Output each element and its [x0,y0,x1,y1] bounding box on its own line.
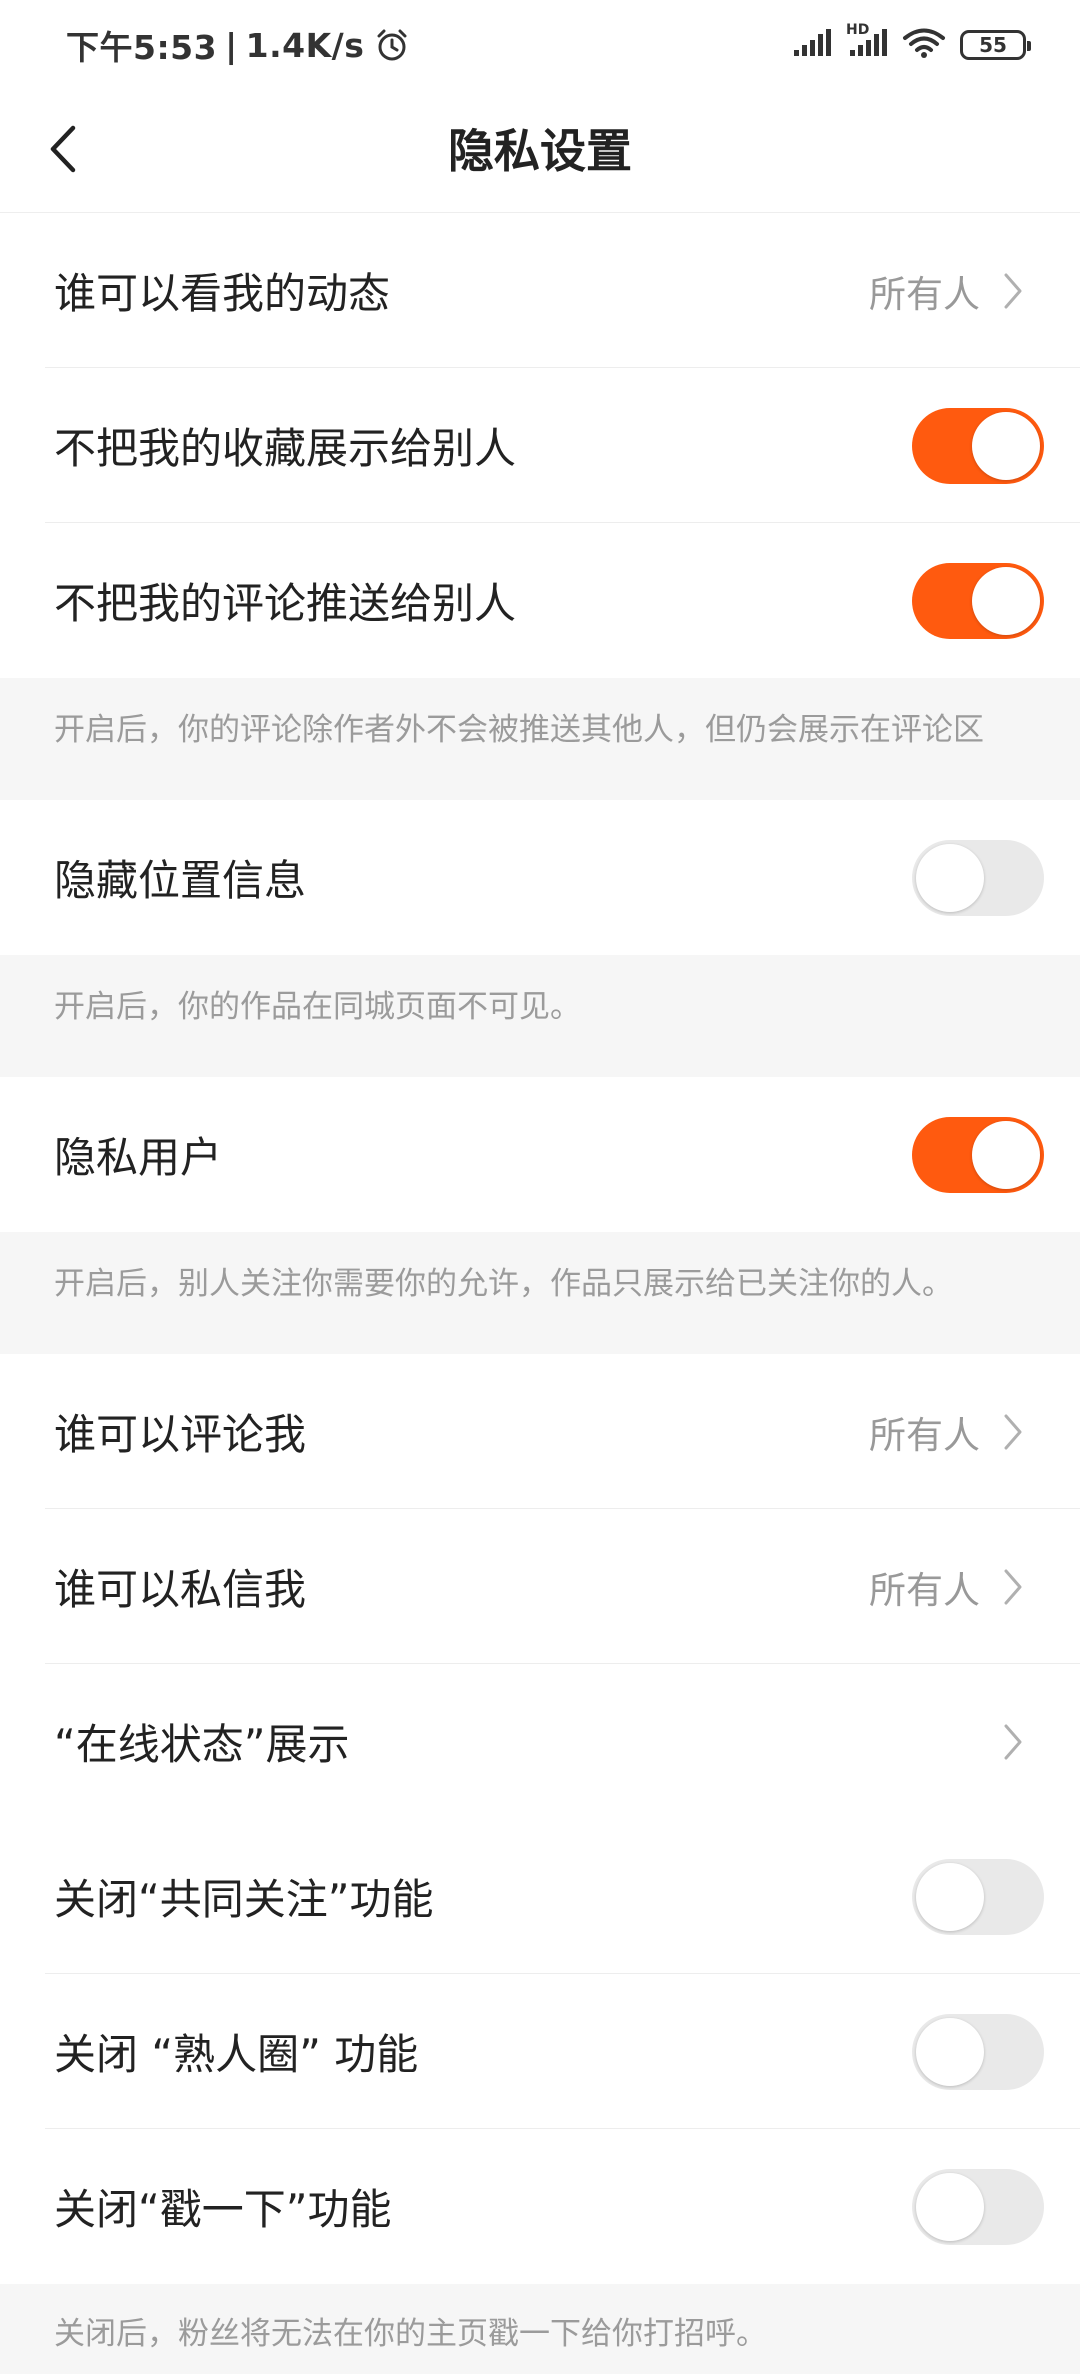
row-label: 隐私用户 [54,1133,223,1182]
row-label: 谁可以评论我 [54,1410,307,1459]
status-right: HD 55 [792,22,1031,63]
battery-icon: 55 [960,30,1031,60]
row-label: 不把我的评论推送给别人 [54,579,517,628]
close-poke-row: 关闭“戳一下”功能 [0,2129,1080,2284]
row-label: 关闭 “熟人圈” 功能 [54,2030,419,2079]
hide-location-toggle[interactable] [912,839,1044,916]
status-bar: 下午5:53 | 1.4K/s HD 55 [0,0,1080,90]
signal-bars-icon [792,28,832,62]
alarm-clock-icon [374,27,410,63]
toggle-knob [916,2172,984,2241]
chevron-right-icon [998,1565,1028,1609]
hide-favorites-toggle[interactable] [912,407,1044,484]
toggle-knob [916,843,984,912]
who-can-comment-row[interactable]: 谁可以评论我 所有人 [0,1354,1080,1509]
chevron-right-icon [998,1720,1028,1764]
who-can-message-row[interactable]: 谁可以私信我 所有人 [0,1509,1080,1664]
online-status-row[interactable]: “在线状态”展示 [0,1664,1080,1819]
close-poke-toggle[interactable] [912,2168,1044,2245]
hide-favorites-row: 不把我的收藏展示给别人 [0,368,1080,523]
close-mutual-follow-toggle[interactable] [912,1858,1044,1935]
hide-location-note: 开启后，你的作品在同城页面不可见。 [0,955,1080,1077]
close-acquaintance-row: 关闭 “熟人圈” 功能 [0,1974,1080,2129]
hide-location-row: 隐藏位置信息 [0,800,1080,955]
row-label: 不把我的收藏展示给别人 [54,424,517,473]
chevron-left-icon [47,124,77,178]
private-user-note: 开启后，别人关注你需要你的允许，作品只展示给已关注你的人。 [0,1232,1080,1354]
hd-signal-bars-icon: HD [846,22,888,62]
status-time: 下午5:53 [66,28,218,67]
toggle-knob [916,2017,984,2086]
settings-list: 谁可以看我的动态 所有人 不把我的收藏展示给别人 不把我的评论推送给别人 开启后… [0,213,1080,2374]
wifi-icon [902,27,946,63]
hide-comments-note: 开启后，你的评论除作者外不会被推送其他人，但仍会展示在评论区 [0,678,1080,800]
who-can-see-moments-row[interactable]: 谁可以看我的动态 所有人 [0,213,1080,368]
row-label: 关闭“共同关注”功能 [54,1875,434,1924]
close-poke-note: 关闭后，粉丝将无法在你的主页戳一下给你打招呼。 [0,2284,1080,2374]
private-user-row: 隐私用户 [0,1077,1080,1232]
close-mutual-follow-row: 关闭“共同关注”功能 [0,1819,1080,1974]
status-separator: | [225,25,238,65]
chevron-right-icon [998,1410,1028,1454]
toggle-knob [972,1120,1040,1189]
row-label: 谁可以私信我 [54,1565,307,1614]
chevron-right-icon [998,269,1028,313]
row-label: 关闭“戳一下”功能 [54,2185,392,2234]
hd-label: HD [846,22,870,38]
page-title: 隐私设置 [448,124,632,178]
status-left: 下午5:53 | 1.4K/s [66,21,410,69]
close-acquaintance-toggle[interactable] [912,2013,1044,2090]
hide-comments-toggle[interactable] [912,562,1044,639]
row-value: 所有人 [869,1413,980,1457]
row-label: 隐藏位置信息 [54,856,307,905]
row-label: 谁可以看我的动态 [54,269,391,318]
back-button[interactable] [34,116,90,186]
toggle-knob [972,411,1040,480]
hide-comments-row: 不把我的评论推送给别人 [0,523,1080,678]
toggle-knob [916,1862,984,1931]
nav-bar: 隐私设置 [0,90,1080,213]
private-user-toggle[interactable] [912,1116,1044,1193]
row-label: “在线状态”展示 [54,1720,350,1769]
toggle-knob [972,566,1040,635]
row-value: 所有人 [869,1568,980,1612]
battery-level: 55 [979,33,1007,57]
network-speed: 1.4K/s [245,25,365,65]
row-value: 所有人 [869,272,980,316]
